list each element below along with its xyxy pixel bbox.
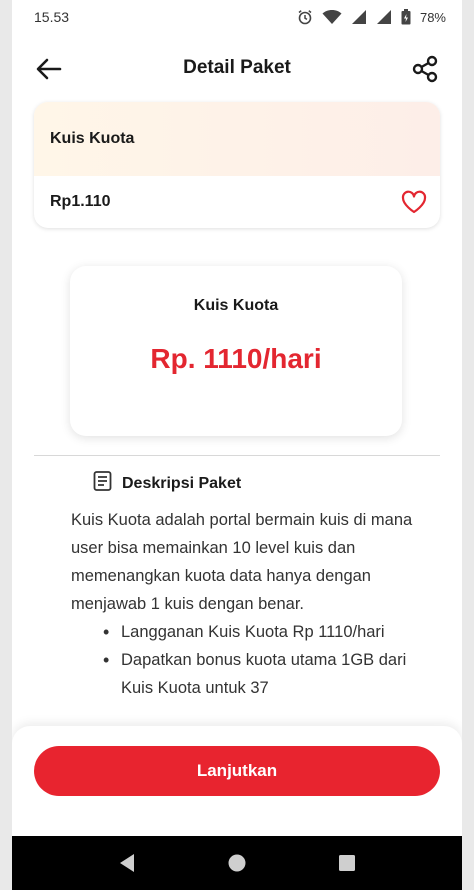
nav-home-icon[interactable] (222, 848, 252, 878)
app-bar: Detail Paket (12, 42, 462, 94)
status-bar: 15.53 78% (12, 0, 462, 34)
description-paragraph: Kuis Kuota adalah portal bermain kuis di… (71, 511, 413, 613)
package-card-footer: Rp1.110 (34, 176, 440, 228)
back-arrow-icon[interactable] (34, 54, 64, 84)
description-body: Kuis Kuota adalah portal bermain kuis di… (71, 506, 423, 702)
heart-icon[interactable] (400, 188, 428, 216)
description-header: Deskripsi Paket (92, 470, 241, 497)
price-box-amount: Rp. 1110/hari (150, 343, 322, 374)
battery-icon (401, 9, 411, 25)
bottom-panel: Lanjutkan (12, 726, 462, 836)
list-item: Dapatkan bonus kuota utama 1GB dari Kuis… (71, 646, 423, 702)
price-box-name: Kuis Kuota (193, 297, 279, 314)
screen: 15.53 78% Detail Paket Kuis Kuota Rp1.11… (12, 0, 462, 890)
divider (34, 455, 440, 456)
package-name: Kuis Kuota (50, 130, 135, 147)
signal-icon (376, 9, 392, 25)
battery-percent: 78% (419, 9, 446, 25)
signal-icon (351, 9, 367, 25)
nav-recents-icon[interactable] (332, 848, 362, 878)
package-card: Kuis Kuota Rp1.110 (34, 102, 440, 228)
package-card-header: Kuis Kuota (34, 102, 440, 176)
page-title: Detail Paket (183, 57, 291, 78)
status-time: 15.53 (34, 9, 70, 25)
description-list: Langganan Kuis Kuota Rp 1110/hari Dapatk… (71, 618, 423, 702)
navigation-bar (12, 836, 462, 890)
continue-button[interactable]: Lanjutkan (34, 746, 440, 796)
package-price: Rp1.110 (50, 193, 111, 210)
list-item: Langganan Kuis Kuota Rp 1110/hari (71, 618, 423, 646)
description-heading: Deskripsi Paket (122, 474, 242, 492)
nav-back-icon[interactable] (112, 848, 142, 878)
wifi-icon (322, 9, 342, 25)
document-icon (92, 470, 114, 497)
price-box: Kuis Kuota Rp. 1110/hari (70, 266, 402, 436)
status-icons: 78% (297, 9, 446, 25)
alarm-icon (297, 9, 313, 25)
share-icon[interactable] (410, 54, 440, 84)
